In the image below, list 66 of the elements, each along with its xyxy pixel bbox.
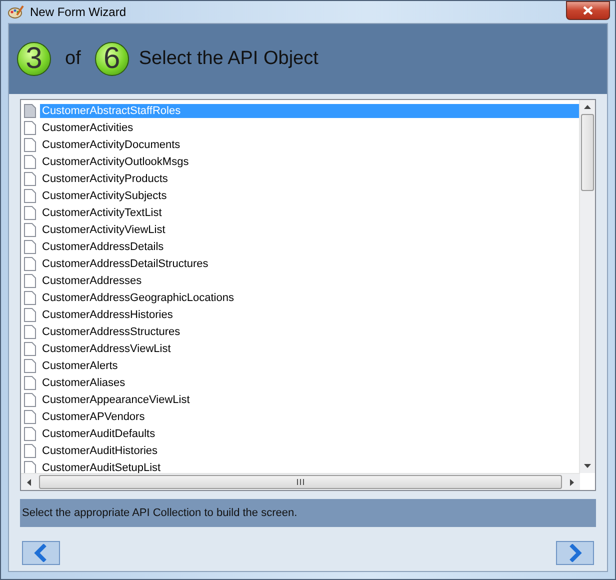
scroll-left-icon[interactable] — [27, 478, 31, 486]
document-icon — [24, 222, 36, 236]
document-icon — [24, 410, 36, 424]
selected-document-icon — [24, 104, 36, 118]
list-item[interactable]: CustomerActivities — [40, 120, 136, 134]
document-icon — [24, 120, 36, 134]
list-item[interactable]: CustomerAuditSetupList — [40, 460, 163, 473]
scroll-thumb[interactable] — [39, 475, 562, 489]
list-item[interactable]: CustomerAddressStructures — [40, 324, 182, 338]
step-of-label: of — [65, 48, 81, 70]
document-icon — [24, 358, 36, 372]
chevron-left-icon — [34, 544, 48, 562]
step-title: Select the API Object — [138, 48, 318, 70]
document-icon — [24, 274, 36, 288]
list-item[interactable]: CustomerAPVendors — [40, 410, 147, 424]
list-item[interactable]: CustomerActivityOutlookMsgs — [40, 154, 191, 168]
document-icon — [24, 206, 36, 220]
scroll-down-icon[interactable] — [584, 464, 591, 468]
document-icon — [24, 290, 36, 304]
document-icon — [24, 342, 36, 356]
document-icon — [24, 376, 36, 390]
document-icon — [24, 188, 36, 202]
scroll-thumb[interactable] — [581, 114, 594, 191]
document-icon — [24, 426, 36, 440]
document-icon — [24, 154, 36, 168]
grip-icon — [297, 479, 304, 485]
list-item[interactable]: CustomerAddressHistories — [40, 308, 175, 322]
list-item[interactable]: CustomerAliases — [40, 376, 128, 390]
list-item[interactable]: CustomerAddressGeographicLocations — [40, 290, 236, 304]
document-icon — [24, 256, 36, 270]
list-item[interactable]: CustomerActivityDocuments — [40, 138, 182, 152]
step-number: 3 — [17, 42, 51, 76]
list-item[interactable]: CustomerAddressDetailStructures — [40, 256, 210, 270]
palette-icon — [8, 5, 24, 19]
document-icon — [24, 172, 36, 186]
list-item[interactable]: CustomerActivityViewList — [40, 222, 168, 236]
next-button[interactable] — [556, 541, 594, 565]
scroll-right-icon[interactable] — [570, 478, 574, 486]
close-icon — [583, 6, 593, 15]
document-icon — [24, 240, 36, 254]
object-list[interactable] — [20, 99, 596, 491]
total-steps-number: 6 — [94, 42, 129, 76]
hint-text: Select the appropriate API Collection to build the screen. — [22, 507, 298, 519]
list-item[interactable]: CustomerAlerts — [40, 358, 120, 372]
horizontal-scrollbar[interactable] — [21, 473, 580, 490]
list-item[interactable]: CustomerActivityProducts — [40, 172, 170, 186]
document-icon — [24, 138, 36, 152]
document-icon — [24, 324, 36, 338]
document-icon — [24, 460, 36, 473]
list-item[interactable]: CustomerActivityTextList — [40, 206, 164, 220]
list-item[interactable]: CustomerActivitySubjects — [40, 188, 169, 202]
list-item[interactable]: CustomerAddressDetails — [40, 240, 166, 254]
list-item[interactable]: CustomerAddresses — [40, 274, 144, 288]
window-title: New Form Wizard — [30, 5, 128, 19]
scroll-up-icon[interactable] — [584, 105, 591, 109]
document-icon — [24, 392, 36, 406]
close-button[interactable] — [566, 1, 610, 20]
back-button[interactable] — [22, 541, 60, 565]
document-icon — [24, 444, 36, 458]
chevron-right-icon — [568, 544, 582, 562]
list-item[interactable]: CustomerAppearanceViewList — [40, 392, 192, 406]
vertical-scrollbar[interactable] — [579, 100, 595, 473]
list-item[interactable]: CustomerAuditDefaults — [40, 426, 158, 440]
list-item[interactable]: CustomerAuditHistories — [40, 444, 160, 458]
document-icon — [24, 308, 36, 322]
list-item[interactable]: CustomerAddressViewList — [40, 342, 173, 356]
